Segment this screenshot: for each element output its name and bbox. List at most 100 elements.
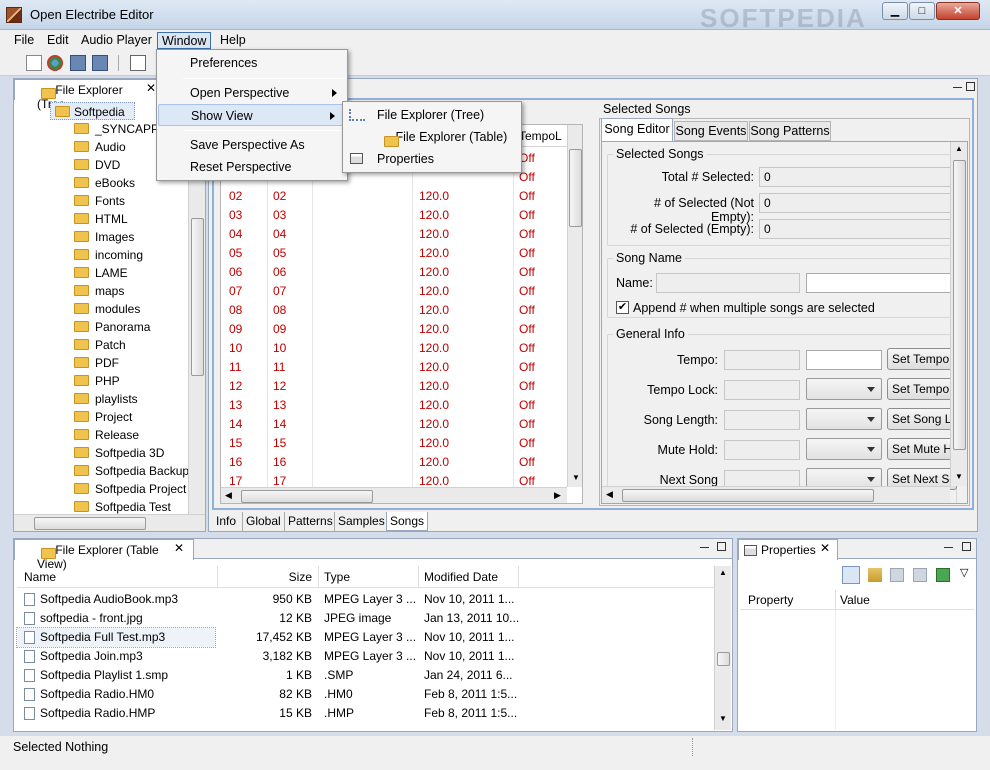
tree-item[interactable]: modules: [74, 300, 192, 318]
col-header-value[interactable]: Value: [840, 593, 870, 607]
song-editor-horizontal-scrollbar[interactable]: ◀: [602, 486, 950, 503]
scrollbar-thumb[interactable]: [953, 160, 966, 450]
header-tempo-lock[interactable]: TempoL: [519, 129, 562, 143]
table-row[interactable]: Softpedia Radio.HMP 15 KB .HMP Feb 8, 2011 …: [17, 704, 717, 723]
maximize-button[interactable]: □: [909, 2, 935, 20]
scroll-down-icon[interactable]: ▼: [572, 473, 580, 482]
pin-icon[interactable]: [936, 568, 950, 582]
table-row[interactable]: 16 16 120.0 Off: [221, 453, 567, 472]
document-icon[interactable]: [130, 55, 146, 71]
table-row[interactable]: 13 13 120.0 Off: [221, 396, 567, 415]
tree-item[interactable]: Fonts: [74, 192, 192, 210]
table-row[interactable]: Softpedia Radio.HM0 82 KB .HM0 Feb 8, 2011 …: [17, 685, 717, 704]
col-header-name[interactable]: Name: [24, 570, 56, 584]
tree-item[interactable]: incoming: [74, 246, 192, 264]
tree-item[interactable]: Softpedia 3D: [74, 444, 192, 462]
tree-item[interactable]: HTML: [74, 210, 192, 228]
menu-item-file-explorer-tree[interactable]: File Explorer (Tree): [343, 104, 521, 126]
minimize-view-icon[interactable]: [944, 547, 953, 549]
scrollbar-thumb[interactable]: [241, 490, 373, 503]
set-mute-hold-button[interactable]: Set Mute H: [887, 438, 957, 460]
append-checkbox[interactable]: ✔: [616, 301, 629, 314]
menu-item-reset-perspective[interactable]: Reset Perspective: [157, 156, 347, 178]
tab-song-patterns[interactable]: Song Patterns: [749, 121, 831, 141]
close-tab-icon[interactable]: ✕: [820, 541, 830, 555]
categories-toggle-icon[interactable]: [842, 566, 860, 584]
table-row[interactable]: Softpedia Join.mp3 3,182 KB MPEG Layer 3 .…: [17, 647, 717, 666]
table-row[interactable]: 12 12 120.0 Off: [221, 377, 567, 396]
tree-item-root[interactable]: Softpedia: [50, 102, 135, 120]
file-table-vertical-scrollbar[interactable]: ▲ ▼: [714, 566, 731, 730]
scrollbar-thumb[interactable]: [34, 517, 146, 530]
table-row[interactable]: 02 02 120.0 Off: [221, 187, 567, 206]
tab-patterns[interactable]: Patterns: [284, 512, 336, 531]
tree-item[interactable]: Softpedia Project: [74, 480, 192, 498]
minimize-view-icon[interactable]: [700, 547, 709, 549]
set-tempo-button[interactable]: Set Tempo: [887, 348, 957, 370]
scroll-down-icon[interactable]: ▼: [719, 714, 727, 723]
table-row[interactable]: 11 11 120.0 Off: [221, 358, 567, 377]
advanced-toggle-icon[interactable]: [868, 568, 882, 582]
song-editor-vertical-scrollbar[interactable]: ▲ ▼: [950, 142, 967, 486]
tab-samples[interactable]: Samples: [334, 512, 388, 531]
table-row[interactable]: 07 07 120.0 Off: [221, 282, 567, 301]
menu-file[interactable]: File: [10, 32, 38, 49]
scroll-left-icon[interactable]: ◀: [606, 489, 613, 500]
tab-song-events[interactable]: Song Events: [674, 121, 748, 141]
table-row[interactable]: 05 05 120.0 Off: [221, 244, 567, 263]
save-all-icon[interactable]: [92, 55, 108, 71]
name-suffix-field[interactable]: [806, 273, 956, 293]
col-header-property[interactable]: Property: [748, 593, 793, 607]
scroll-up-icon[interactable]: ▲: [955, 144, 963, 153]
scroll-right-icon[interactable]: ▶: [554, 490, 561, 501]
table-row[interactable]: 04 04 120.0 Off: [221, 225, 567, 244]
scrollbar-thumb[interactable]: [569, 149, 582, 227]
close-tab-icon[interactable]: ✕: [174, 541, 184, 555]
menu-item-preferences[interactable]: Preferences: [157, 52, 347, 74]
tab-song-editor[interactable]: Song Editor: [601, 118, 673, 141]
tree-item[interactable]: playlists: [74, 390, 192, 408]
mute-hold-select[interactable]: [806, 438, 882, 460]
menu-help[interactable]: Help: [216, 32, 250, 49]
restore-default-icon[interactable]: [913, 568, 927, 582]
tab-info[interactable]: Info: [213, 512, 239, 531]
table-row[interactable]: Softpedia AudioBook.mp3 950 KB MPEG Layer …: [17, 590, 717, 609]
table-row[interactable]: 06 06 120.0 Off: [221, 263, 567, 282]
scroll-left-icon[interactable]: ◀: [225, 490, 232, 501]
scrollbar-thumb[interactable]: [717, 652, 730, 666]
songs-vertical-scrollbar[interactable]: ▼: [567, 125, 582, 487]
table-row[interactable]: 09 09 120.0 Off: [221, 320, 567, 339]
menu-item-properties[interactable]: Properties: [343, 148, 521, 170]
songs-horizontal-scrollbar[interactable]: ◀ ▶: [221, 487, 567, 503]
tab-global[interactable]: Global: [242, 512, 284, 531]
close-button[interactable]: ✕: [936, 2, 980, 20]
menu-item-file-explorer-table[interactable]: File Explorer (Table): [343, 126, 521, 148]
col-header-modified[interactable]: Modified Date: [424, 570, 498, 584]
scrollbar-thumb[interactable]: [622, 489, 874, 502]
table-row[interactable]: 10 10 120.0 Off: [221, 339, 567, 358]
filter-icon[interactable]: [890, 568, 904, 582]
save-icon[interactable]: [70, 55, 86, 71]
tree-item[interactable]: maps: [74, 282, 192, 300]
tree-item[interactable]: LAME: [74, 264, 192, 282]
table-row[interactable]: 08 08 120.0 Off: [221, 301, 567, 320]
tree-item[interactable]: Project: [74, 408, 192, 426]
open-icon[interactable]: [47, 55, 63, 71]
song-length-select[interactable]: [806, 408, 882, 430]
table-row[interactable]: softpedia - front.jpg 12 KB JPEG image Jan …: [17, 609, 717, 628]
tree-item[interactable]: Release: [74, 426, 192, 444]
minimize-view-icon[interactable]: [953, 82, 962, 89]
tree-item[interactable]: PDF: [74, 354, 192, 372]
maximize-view-icon[interactable]: [962, 542, 971, 551]
menu-window[interactable]: Window: [157, 32, 212, 49]
scroll-down-icon[interactable]: ▼: [955, 472, 963, 481]
table-row[interactable]: 14 14 120.0 Off: [221, 415, 567, 434]
menu-edit[interactable]: Edit: [43, 32, 73, 49]
table-row[interactable]: Softpedia Full Test.mp3 17,452 KB MPEG Lay…: [16, 627, 515, 648]
tab-songs[interactable]: Songs: [386, 512, 429, 531]
maximize-view-icon[interactable]: [717, 542, 726, 551]
close-tab-icon[interactable]: ✕: [146, 81, 156, 95]
tree-item[interactable]: Images: [74, 228, 192, 246]
table-row[interactable]: 03 03 120.0 Off: [221, 206, 567, 225]
tree-horizontal-scrollbar[interactable]: [14, 514, 205, 531]
